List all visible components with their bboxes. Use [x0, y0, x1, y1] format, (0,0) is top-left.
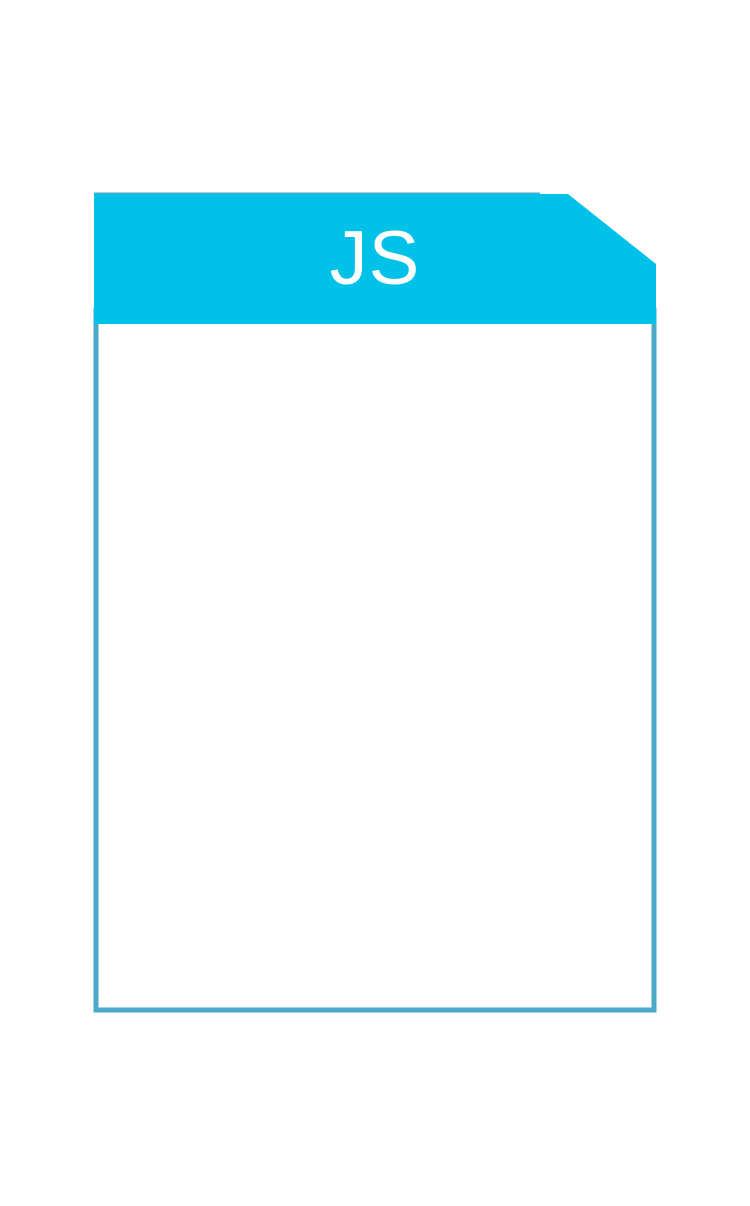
file-type-label: JS [329, 216, 421, 301]
js-file-icon [93, 192, 657, 1013]
file-body [93, 307, 657, 1013]
